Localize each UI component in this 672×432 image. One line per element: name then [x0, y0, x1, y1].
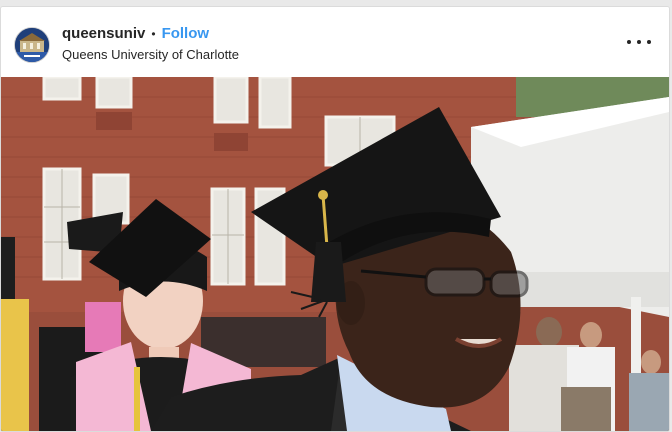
- graduation-photo-illustration: [1, 77, 669, 431]
- post-header-text: queensuniv • Follow Queens University of…: [62, 25, 239, 62]
- post-card: queensuniv • Follow Queens University of…: [0, 6, 670, 432]
- university-logo-icon: [15, 28, 49, 62]
- more-dot-3: [647, 40, 651, 44]
- username-row: queensuniv • Follow: [62, 25, 239, 43]
- follow-button[interactable]: Follow: [162, 25, 210, 43]
- profile-avatar[interactable]: [14, 27, 50, 63]
- post-photo[interactable]: [1, 77, 669, 431]
- username-link[interactable]: queensuniv: [62, 25, 145, 43]
- more-options-icon[interactable]: [627, 34, 651, 50]
- location-link[interactable]: Queens University of Charlotte: [62, 47, 239, 62]
- more-dot-2: [637, 40, 641, 44]
- more-dot-1: [627, 40, 631, 44]
- post-header: queensuniv • Follow Queens University of…: [1, 7, 669, 77]
- separator-dot: •: [151, 27, 156, 41]
